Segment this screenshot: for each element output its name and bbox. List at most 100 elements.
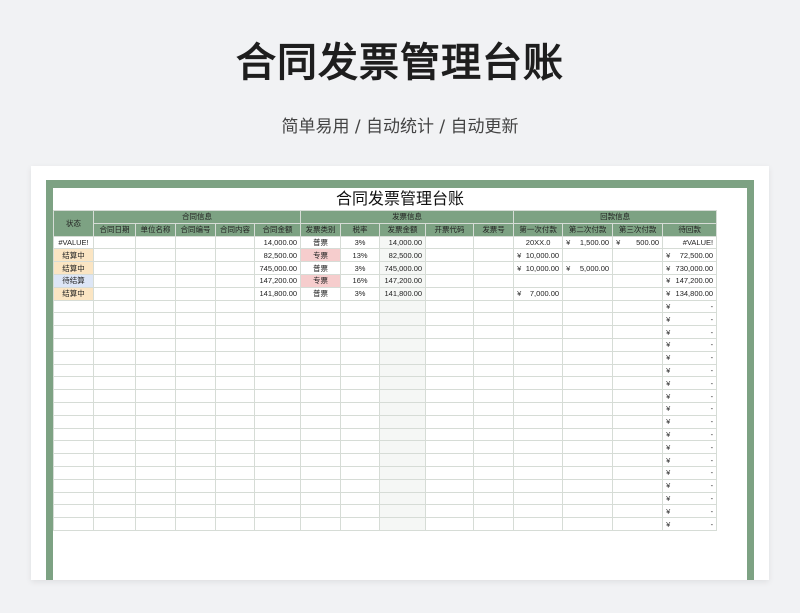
empty-cell[interactable] [473, 465, 515, 480]
empty-cell[interactable] [253, 453, 302, 467]
empty-cell[interactable] [473, 325, 515, 339]
empty-cell[interactable] [300, 478, 342, 493]
empty-cell[interactable] [340, 337, 381, 352]
empty-cell[interactable] [175, 440, 216, 455]
empty-cell[interactable] [93, 453, 136, 467]
empty-cell[interactable] [562, 350, 614, 365]
cell-code[interactable] [175, 235, 216, 250]
cell-date[interactable] [93, 235, 136, 250]
cell-date[interactable] [93, 286, 136, 301]
cell-content[interactable] [215, 286, 255, 301]
empty-cell[interactable] [513, 337, 564, 352]
empty-cell[interactable] [253, 312, 302, 327]
empty-cell[interactable] [562, 389, 614, 403]
empty-cell[interactable] [175, 363, 216, 378]
empty-cell[interactable] [562, 478, 614, 493]
cell-invoice-type[interactable]: 普票 [300, 286, 342, 301]
empty-cell[interactable] [562, 517, 614, 531]
empty-cell[interactable] [340, 491, 381, 506]
cell-pay3[interactable]: ¥500.00 [612, 235, 664, 250]
empty-cell[interactable] [473, 453, 515, 467]
cell-pending[interactable]: ¥ - [662, 465, 718, 480]
empty-cell[interactable] [175, 478, 216, 493]
empty-cell[interactable] [513, 478, 564, 493]
empty-cell[interactable] [53, 350, 94, 365]
empty-cell[interactable] [215, 401, 255, 416]
empty-cell[interactable] [425, 491, 475, 506]
empty-cell[interactable] [175, 465, 216, 480]
cell-invoice-code[interactable] [425, 235, 475, 250]
empty-cell[interactable] [53, 337, 94, 352]
cell-pay1[interactable]: 20XX.0 [513, 235, 564, 250]
column-header-status[interactable]: 状态 [53, 210, 94, 237]
empty-cell[interactable] [612, 478, 664, 493]
empty-cell[interactable] [513, 363, 564, 378]
cell-code[interactable] [175, 286, 216, 301]
empty-cell[interactable] [425, 414, 475, 429]
empty-cell[interactable] [473, 389, 515, 403]
empty-cell[interactable] [425, 517, 475, 531]
column-header-date[interactable]: 合同日期 [93, 222, 136, 237]
cell-pay2[interactable] [562, 286, 614, 301]
empty-cell[interactable] [473, 312, 515, 327]
empty-cell[interactable] [513, 517, 564, 531]
empty-cell[interactable] [612, 389, 664, 403]
empty-cell[interactable] [175, 401, 216, 416]
empty-cell[interactable] [53, 312, 94, 327]
empty-cell[interactable] [562, 299, 614, 314]
cell-invoice-type[interactable]: 普票 [300, 261, 342, 275]
empty-cell[interactable] [135, 504, 176, 519]
cell-date[interactable] [93, 261, 136, 275]
cell-pending[interactable]: ¥ - [662, 325, 718, 339]
cell-pending[interactable]: ¥ - [662, 478, 718, 493]
cell-invoice-type[interactable]: 专票 [300, 273, 342, 288]
empty-cell[interactable] [215, 440, 255, 455]
cell-invoice-amount[interactable]: 141,800.00 [379, 286, 427, 301]
empty-cell[interactable] [562, 465, 614, 480]
cell-status[interactable]: 结算中 [53, 261, 94, 275]
empty-cell[interactable] [562, 504, 614, 519]
empty-cell[interactable] [425, 337, 475, 352]
empty-cell[interactable] [425, 376, 475, 391]
empty-cell[interactable] [215, 453, 255, 467]
empty-cell[interactable] [93, 517, 136, 531]
cell-pending[interactable]: ¥730,000.00 [662, 261, 718, 275]
cell-unit[interactable] [135, 248, 176, 263]
cell-pending[interactable]: ¥ - [662, 299, 718, 314]
empty-cell[interactable] [612, 299, 664, 314]
empty-cell[interactable] [175, 517, 216, 531]
empty-cell[interactable] [215, 427, 255, 442]
empty-cell[interactable] [253, 401, 302, 416]
empty-cell[interactable] [300, 414, 342, 429]
empty-cell[interactable] [562, 337, 614, 352]
empty-cell[interactable] [215, 465, 255, 480]
empty-cell[interactable] [93, 312, 136, 327]
empty-cell[interactable] [253, 478, 302, 493]
empty-cell[interactable] [93, 401, 136, 416]
column-header-invoice-code[interactable]: 开票代码 [425, 222, 475, 237]
empty-cell[interactable] [612, 453, 664, 467]
empty-cell[interactable] [300, 427, 342, 442]
empty-cell[interactable] [340, 414, 381, 429]
cell-pending[interactable]: ¥ - [662, 491, 718, 506]
cell-status[interactable]: #VALUE! [53, 235, 94, 250]
empty-cell[interactable] [379, 453, 427, 467]
empty-cell[interactable] [612, 376, 664, 391]
empty-cell[interactable] [379, 491, 427, 506]
empty-cell[interactable] [253, 517, 302, 531]
cell-tax[interactable]: 3% [340, 286, 381, 301]
cell-pay3[interactable] [612, 273, 664, 288]
empty-cell[interactable] [300, 465, 342, 480]
empty-cell[interactable] [53, 401, 94, 416]
cell-invoice-code[interactable] [425, 248, 475, 263]
empty-cell[interactable] [93, 478, 136, 493]
empty-cell[interactable] [175, 414, 216, 429]
cell-invoice-code[interactable] [425, 286, 475, 301]
empty-cell[interactable] [513, 401, 564, 416]
empty-cell[interactable] [53, 517, 94, 531]
empty-cell[interactable] [340, 299, 381, 314]
empty-cell[interactable] [175, 337, 216, 352]
empty-cell[interactable] [300, 299, 342, 314]
empty-cell[interactable] [53, 465, 94, 480]
empty-cell[interactable] [253, 376, 302, 391]
